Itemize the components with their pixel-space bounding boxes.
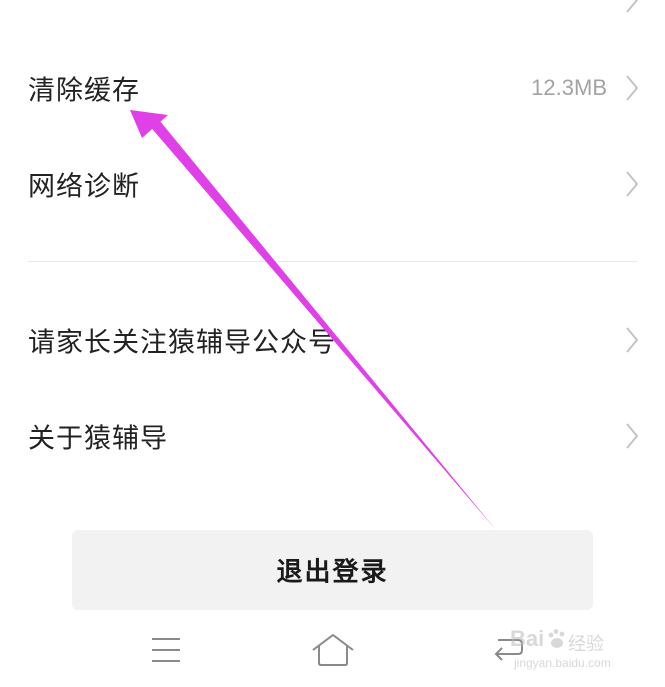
chevron-right-icon	[626, 0, 639, 13]
watermark-sub: 经验	[568, 634, 604, 655]
chevron-right-icon	[626, 75, 639, 101]
network-diagnosis-label: 网络诊断	[28, 171, 140, 203]
menu-icon[interactable]	[146, 630, 186, 670]
paw-icon	[548, 629, 565, 648]
logout-button[interactable]: 退出登录	[72, 530, 593, 610]
settings-row-network-diagnosis[interactable]: 网络诊断	[0, 144, 665, 224]
settings-row-about[interactable]: 关于猿辅导	[0, 396, 665, 476]
watermark-url: jingyan.baidu.com	[514, 656, 611, 670]
chevron-right-icon	[626, 423, 639, 449]
about-label: 关于猿辅导	[28, 423, 168, 455]
settings-row-clear-cache[interactable]: 清除缓存 12.3MB	[0, 48, 665, 128]
section-divider	[28, 261, 637, 262]
clear-cache-label: 清除缓存	[28, 75, 140, 107]
chevron-right-icon	[626, 171, 639, 197]
follow-official-account-label: 请家长关注猿辅导公众号	[28, 327, 336, 359]
home-icon[interactable]	[310, 630, 356, 670]
watermark-brand: Bai	[510, 626, 545, 651]
chevron-right-icon	[626, 327, 639, 353]
baidu-jingyan-watermark: Bai 经验 jingyan.baidu.com	[510, 626, 640, 674]
settings-row-follow-official-account[interactable]: 请家长关注猿辅导公众号	[0, 300, 665, 380]
logout-label: 退出登录	[276, 557, 389, 588]
cache-size-value: 12.3MB	[531, 75, 607, 100]
settings-row-partial[interactable]	[0, 0, 665, 40]
